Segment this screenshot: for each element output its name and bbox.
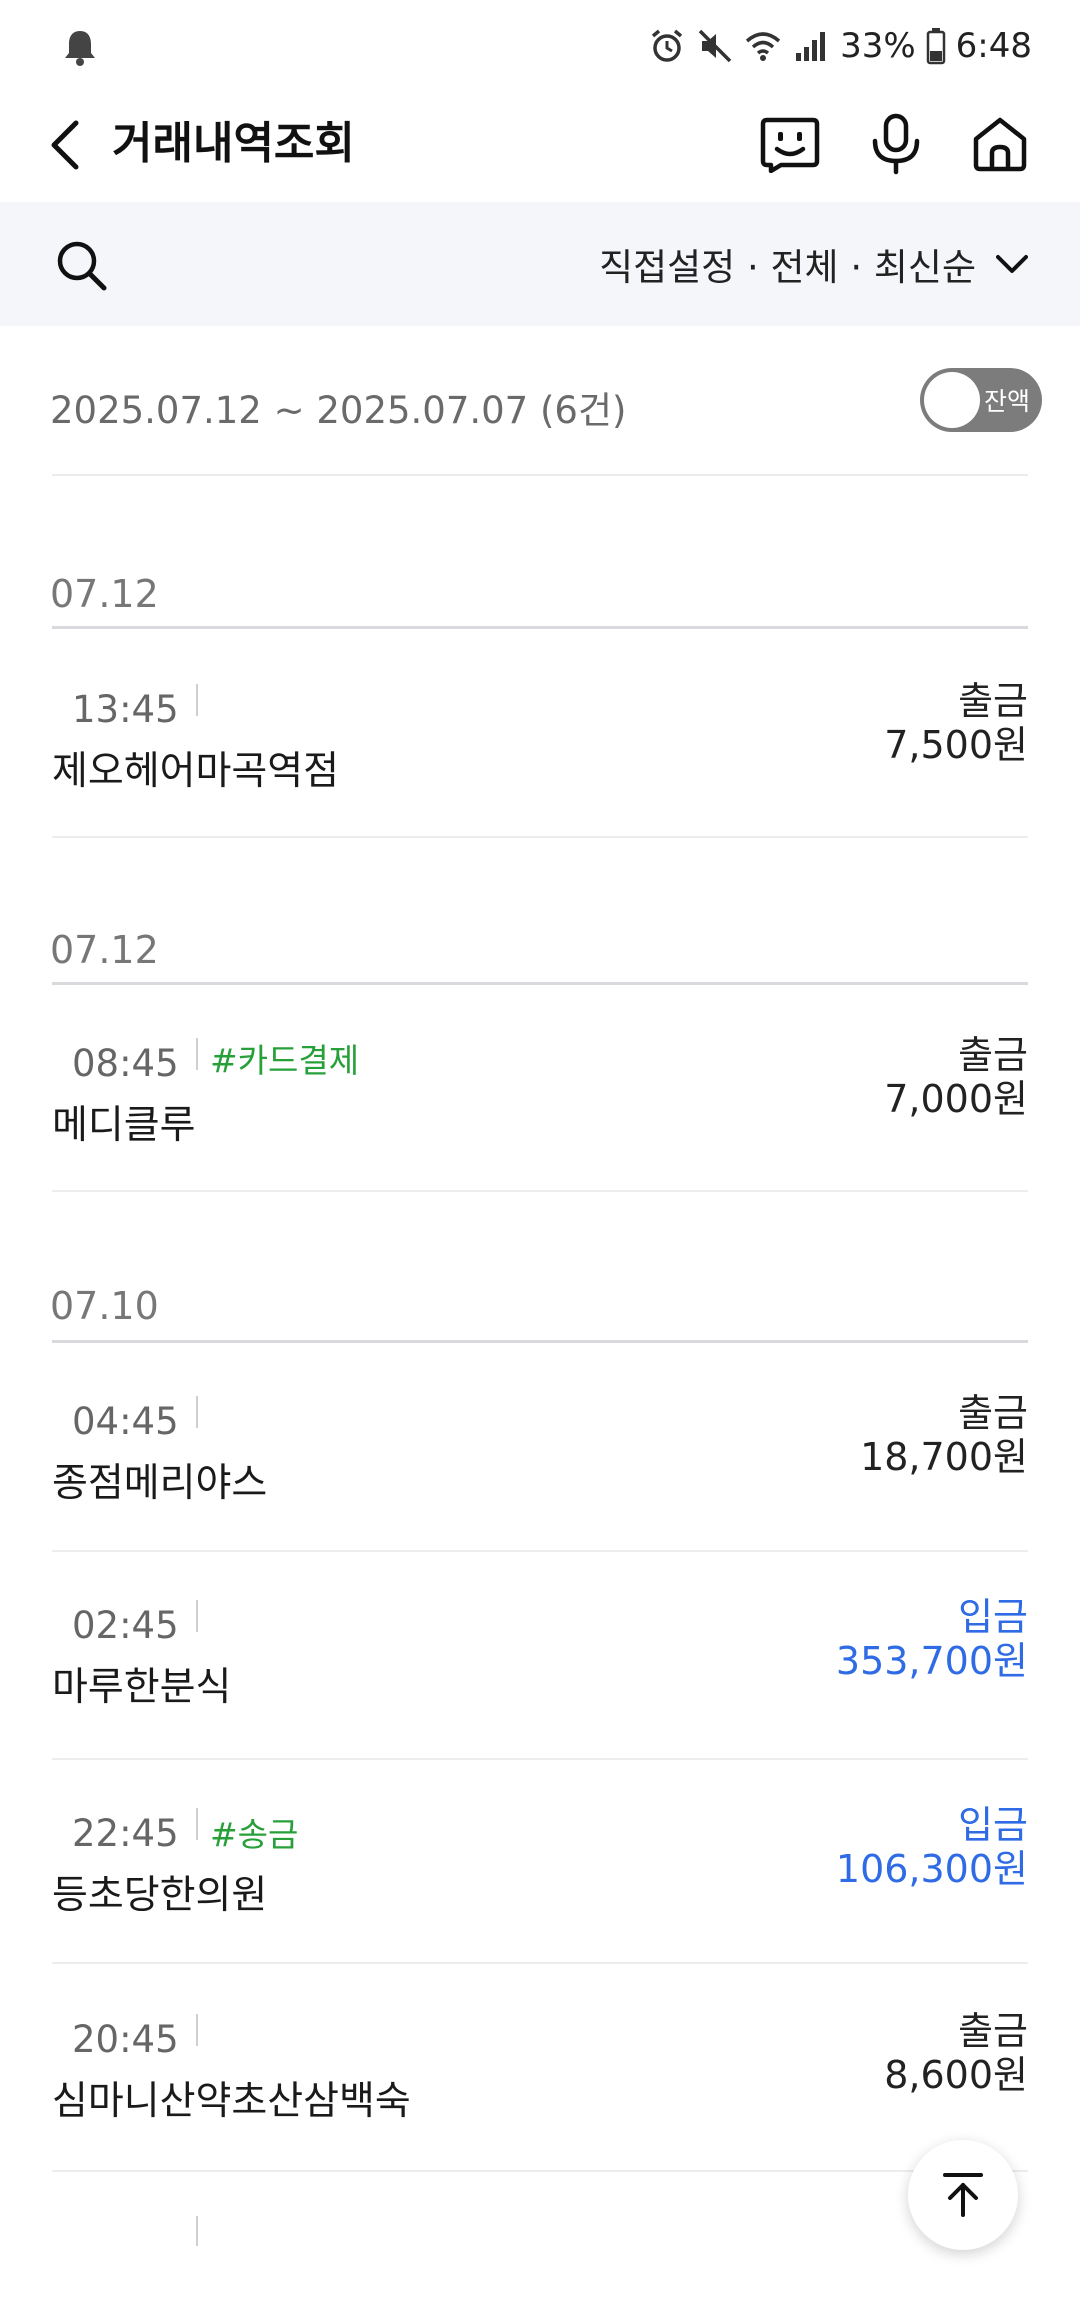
mute-icon [698,29,732,63]
transaction-amount: 353,700원 [835,1639,1028,1683]
arrow-up-icon [943,2173,983,2217]
summary-row: 2025.07.12 ~ 2025.07.07 (6건) 잔액 [0,326,1080,476]
filter-dropdown[interactable]: 직접설정 · 전체 · 최신순 [599,232,1030,296]
status-time: 6:48 [955,26,1032,66]
balance-toggle[interactable]: 잔액 [920,368,1042,432]
transaction-amount: 18,700원 [860,1435,1028,1479]
home-button[interactable] [962,106,1038,182]
date-range-count: 2025.07.12 ~ 2025.07.07 (6건) [50,389,627,432]
transaction-row[interactable]: 20:45 심마니산약초산삼백숙 출금 8,600원 [52,1964,1028,2172]
transaction-amount: 106,300원 [835,1847,1028,1891]
transaction-row[interactable]: 08:45 #카드결제 메디클루 출금 7,000원 [52,984,1028,1192]
transaction-name: 제오헤어마곡역점 [52,749,340,794]
group-date: 07.12 [50,928,159,972]
status-icons: 33% 6:48 [648,24,1032,68]
search-icon [57,241,107,291]
transaction-time: 08:45 [72,1042,179,1085]
wifi-icon [745,32,781,61]
home-icon [973,117,1027,172]
transaction-name: 등초당한의원 [52,1873,268,1918]
transaction-row-partial [52,2172,1028,2246]
transaction-row[interactable]: 13:45 제오헤어마곡역점 출금 7,500원 [52,630,1028,838]
page-title: 거래내역조회 [112,118,355,169]
filter-label: 직접설정 · 전체 · 최신순 [599,246,976,289]
transaction-row[interactable]: 22:45 #송금 등초당한의원 입금 106,300원 [52,1760,1028,1964]
app-header: 거래내역조회 [0,90,1080,200]
transaction-time: 02:45 [72,1604,179,1647]
transaction-amount: 7,000원 [884,1077,1028,1121]
transaction-row[interactable]: 02:45 마루한분식 입금 353,700원 [52,1552,1028,1760]
transaction-list: 07.12 13:45 제오헤어마곡역점 출금 7,500원 07.12 08:… [0,476,1080,2246]
search-button[interactable] [52,236,112,296]
separator [196,1396,198,1428]
scroll-top-button[interactable] [908,2140,1018,2250]
transaction-amount: 7,500원 [884,723,1028,767]
transaction-time: 04:45 [72,1400,179,1443]
transaction-name: 심마니산약초산삼백숙 [52,2079,411,2124]
signal-icon [796,32,826,61]
transaction-name: 종점메리야스 [52,1461,268,1506]
separator [196,2216,198,2246]
transaction-time: 20:45 [72,2018,179,2061]
separator [196,684,198,716]
transaction-amount: 8,600원 [884,2053,1028,2097]
transaction-tag[interactable]: #송금 [210,1808,298,1856]
transaction-name: 마루한분식 [52,1665,232,1710]
chatbot-icon [760,117,820,173]
notification-bell-icon [65,31,95,66]
transaction-time: 13:45 [72,688,179,731]
transaction-name: 메디클루 [52,1103,196,1148]
chevron-down-icon [996,255,1028,273]
date-group-header: 07.12 [0,838,1080,985]
battery-icon [926,28,945,65]
divider [52,626,1028,629]
transaction-row[interactable]: 04:45 종점메리야스 출금 18,700원 [52,1342,1028,1552]
microphone-icon [872,113,920,175]
separator [196,1600,198,1632]
back-arrow-icon [51,120,79,170]
date-group-header: 07.12 [0,476,1080,630]
transaction-time: 22:45 [72,1812,179,1855]
transaction-tag[interactable]: #카드결제 [210,1034,359,1082]
status-bar: 33% 6:48 [0,0,1080,90]
voice-search-button[interactable] [858,106,934,182]
group-date: 07.12 [50,572,159,616]
group-date: 07.10 [50,1284,159,1328]
back-button[interactable] [40,112,90,178]
date-group-header: 07.10 [0,1192,1080,1343]
filter-bar: 직접설정 · 전체 · 최신순 [0,202,1080,326]
battery-percent: 33% [840,26,916,66]
separator [196,2014,198,2046]
toggle-knob [924,372,980,428]
chatbot-button[interactable] [752,106,828,182]
separator [196,1808,198,1840]
balance-toggle-label: 잔액 [983,387,1030,416]
alarm-icon [651,29,683,62]
separator [196,1038,198,1070]
